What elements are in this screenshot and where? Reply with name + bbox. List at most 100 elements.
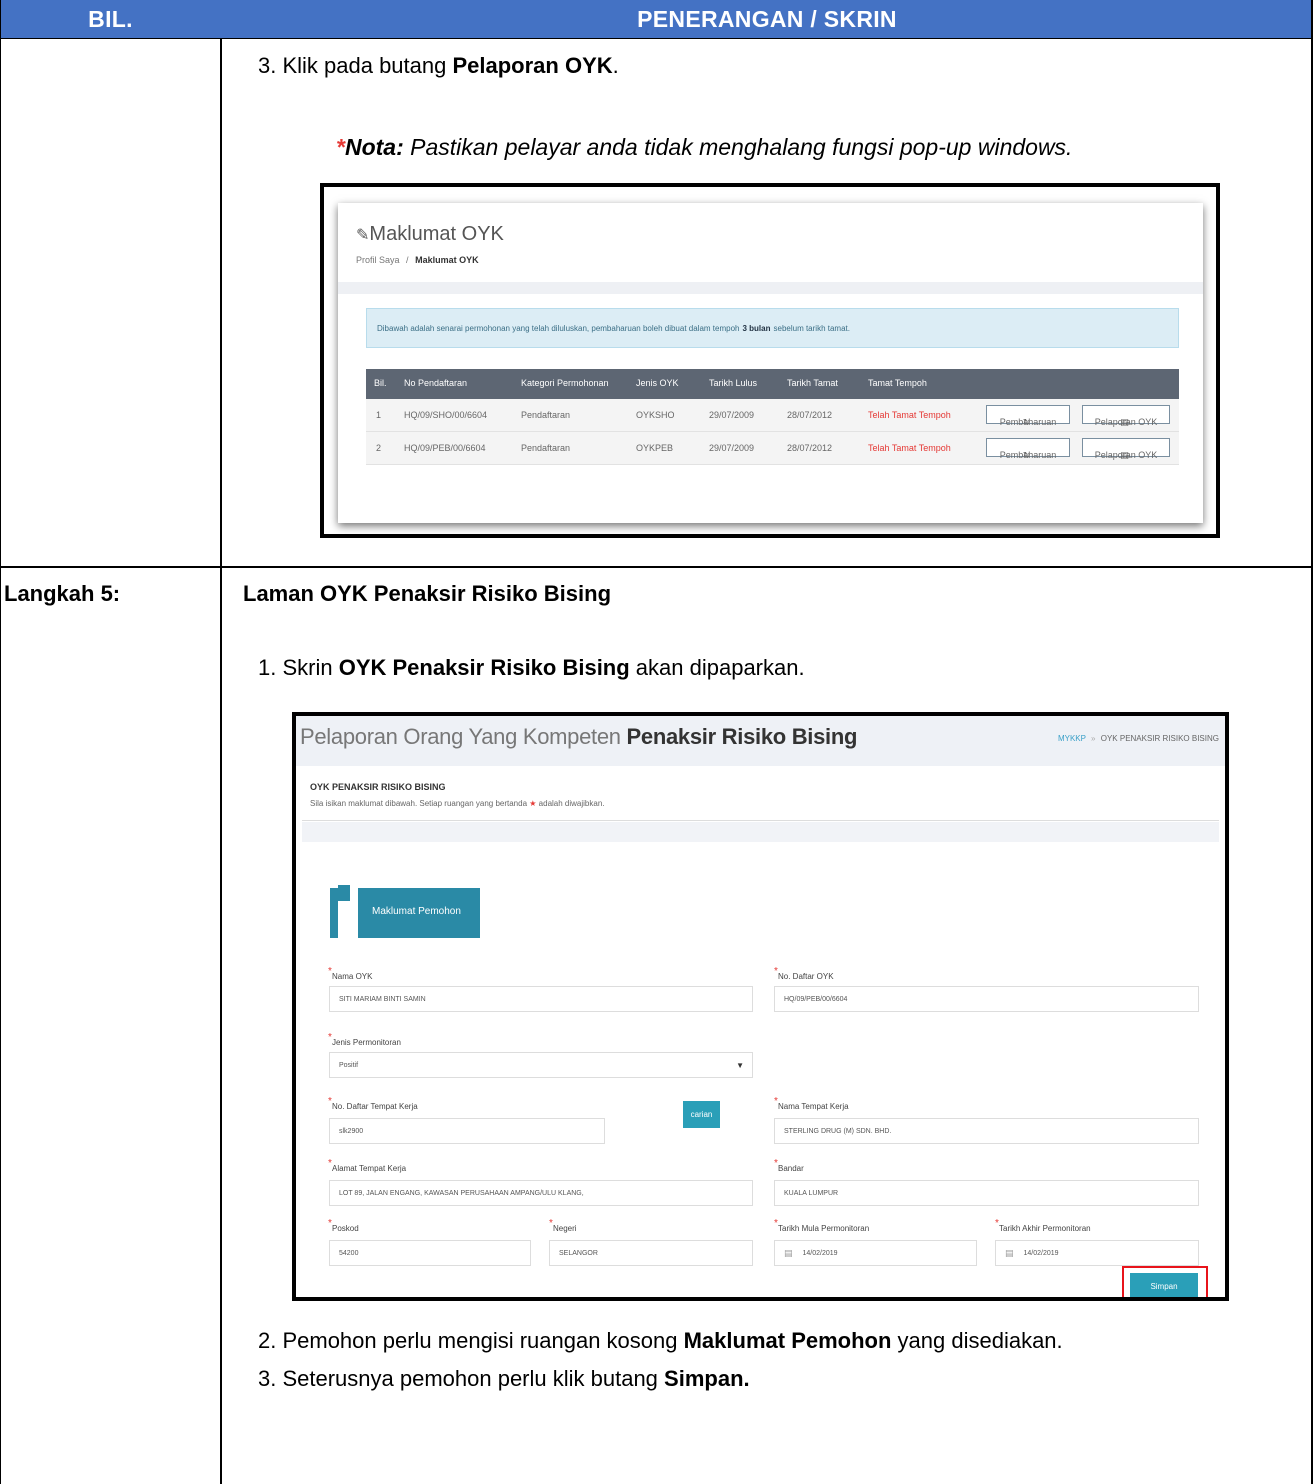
pelaporan-oyk-button[interactable]: ▤ Pelaporan OYK xyxy=(1082,405,1170,427)
carian-button[interactable]: carian xyxy=(683,1101,720,1128)
col-jenis: Jenis OYK xyxy=(636,378,679,388)
table-border-col xyxy=(220,38,222,1484)
alamat-tempat-kerja-field[interactable]: LOT 89, JALAN ENGANG, KAWASAN PERUSAHAAN… xyxy=(329,1180,753,1206)
panel-heading: OYK PENAKSIR RISIKO BISING xyxy=(310,782,446,792)
step-number-shape xyxy=(338,885,358,941)
info-text-bold: 3 bulan xyxy=(742,323,771,333)
panel-subtitle: Sila isikan maklumat dibawah. Setiap rua… xyxy=(310,799,605,808)
header-col-penerangan: PENERANGAN / SKRIN xyxy=(221,0,1313,38)
page-title: Pelaporan Orang Yang Kompeten Penaksir R… xyxy=(300,724,858,749)
cell-kategori: Pendaftaran xyxy=(521,443,571,453)
step-3-lead: 3. Klik pada butang xyxy=(258,53,453,78)
note-label: Nota: xyxy=(344,134,404,160)
alamat-tempat-kerja-label: * Alamat Tempat Kerja xyxy=(328,1158,407,1173)
page-title: ✎Maklumat OYK xyxy=(356,223,504,245)
calendar-icon: ▤ xyxy=(784,1247,793,1258)
band xyxy=(302,822,1219,842)
item-1-text: 1. Skrin OYK Penaksir Risiko Bising akan… xyxy=(258,655,805,680)
table-row: 2 HQ/09/PEB/00/6604 Pendaftaran OYKPEB 2… xyxy=(366,432,1179,465)
breadcrumb-current: Maklumat OYK xyxy=(415,255,479,265)
bandar-field[interactable]: KUALA LUMPUR xyxy=(774,1180,1199,1206)
info-text-post: sebelum tarikh tamat. xyxy=(773,323,850,333)
no-daftar-oyk-field[interactable]: HQ/09/PEB/00/6604 xyxy=(774,986,1199,1012)
cell-jenis: OYKPEB xyxy=(636,443,674,453)
simpan-button[interactable]: Simpan xyxy=(1130,1273,1198,1297)
breadcrumb-separator: » xyxy=(1091,734,1096,743)
tarikh-mula-field[interactable]: ▤ 14/02/2019 xyxy=(774,1240,977,1266)
col-tamat-tempoh: Tamat Tempoh xyxy=(868,378,927,388)
step-label-langkah-5: Langkah 5: xyxy=(4,581,121,606)
step-label: Maklumat Pemohon xyxy=(372,906,461,917)
bandar-label: * Bandar xyxy=(774,1158,804,1173)
nama-tempat-kerja-label: * Nama Tempat Kerja xyxy=(774,1096,849,1111)
tarikh-akhir-label: * Tarikh Akhir Permonitoran xyxy=(995,1218,1091,1233)
jenis-permonitoran-label: * Jenis Permonitoran xyxy=(328,1032,401,1047)
pembaharuan-button[interactable]: ↻ Pembaharuan xyxy=(986,405,1070,427)
pelaporan-oyk-button[interactable]: ▤ Pelaporan OYK xyxy=(1082,438,1170,460)
table-header: Bil. No Pendaftaran Kategori Permohonan … xyxy=(366,369,1179,399)
cell-status: Telah Tamat Tempoh xyxy=(868,443,951,453)
no-daftar-oyk-label: * No. Daftar OYK xyxy=(774,966,834,981)
col-tarikh-lulus: Tarikh Lulus xyxy=(709,378,758,388)
no-daftar-tempat-kerja-field[interactable]: slk2900 xyxy=(329,1118,605,1144)
cell-tamat: 28/07/2012 xyxy=(787,443,833,453)
form-intro-panel: OYK PENAKSIR RISIKO BISING Sila isikan m… xyxy=(302,768,1219,821)
cell-tamat: 28/07/2012 xyxy=(787,410,833,420)
item-3-text: 3. Seterusnya pemohon perlu klik butang … xyxy=(258,1366,750,1391)
dropdown-caret-icon: ▼ xyxy=(736,1061,744,1070)
tarikh-akhir-field[interactable]: ▤ 14/02/2019 xyxy=(995,1240,1199,1266)
header-col-bil: BIL. xyxy=(0,0,221,38)
cell-jenis: OYKSHO xyxy=(636,410,675,420)
cell-status: Telah Tamat Tempoh xyxy=(868,410,951,420)
step-badge-maklumat-pemohon: Maklumat Pemohon xyxy=(330,885,480,941)
step-3-bold: Pelaporan OYK xyxy=(452,53,613,78)
band xyxy=(338,282,1203,294)
no-daftar-tempat-kerja-label: * No. Daftar Tempat Kerja xyxy=(328,1096,418,1111)
table-border-header xyxy=(0,38,1313,39)
item-2-text: 2. Pemohon perlu mengisi ruangan kosong … xyxy=(258,1328,1063,1353)
edit-icon: ✎ xyxy=(356,227,370,244)
screenshot-oyk-penaksir-risiko-bising: Pelaporan Orang Yang Kompeten Penaksir R… xyxy=(292,712,1229,1301)
jenis-permonitoran-select[interactable]: Positif ▼ xyxy=(329,1052,753,1078)
table-border-row xyxy=(0,566,1313,568)
cell-kategori: Pendaftaran xyxy=(521,410,571,420)
calendar-icon: ▤ xyxy=(1005,1247,1014,1258)
cell-lulus: 29/07/2009 xyxy=(709,410,755,420)
breadcrumb-mykkp[interactable]: MYKKP xyxy=(1058,734,1086,743)
col-no-pendaftaran: No Pendaftaran xyxy=(404,378,468,388)
table-border-left xyxy=(0,0,1,1484)
col-bil: Bil. xyxy=(374,378,387,388)
table-row: 1 HQ/09/SHO/00/6604 Pendaftaran OYKSHO 2… xyxy=(366,399,1179,432)
col-tarikh-tamat: Tarikh Tamat xyxy=(787,378,838,388)
page-header: Pelaporan Orang Yang Kompeten Penaksir R… xyxy=(296,716,1225,766)
nama-tempat-kerja-field[interactable]: STERLING DRUG (M) SDN. BHD. xyxy=(774,1118,1199,1144)
cell-bil: 1 xyxy=(376,410,382,420)
note-body: Pastikan pelayar anda tidak menghalang f… xyxy=(403,134,1073,160)
breadcrumb-separator: / xyxy=(406,255,409,265)
nama-oyk-field[interactable]: SITI MARIAM BINTI SAMIN xyxy=(329,986,753,1012)
breadcrumb-home[interactable]: Profil Saya xyxy=(356,255,400,265)
info-text-pre: Dibawah adalah senarai permohonan yang t… xyxy=(377,323,740,333)
breadcrumb-current: OYK PENAKSIR RISIKO BISING xyxy=(1100,734,1219,743)
screenshot-maklumat-oyk: ✎Maklumat OYK Profil Saya / Maklumat OYK… xyxy=(320,183,1220,538)
cell-no: HQ/09/PEB/00/6604 xyxy=(404,443,486,453)
info-alert: Dibawah adalah senarai permohonan yang t… xyxy=(366,308,1179,348)
tarikh-mula-label: * Tarikh Mula Permonitoran xyxy=(774,1218,870,1233)
pembaharuan-button[interactable]: ↻ Pembaharuan xyxy=(986,438,1070,460)
cell-no: HQ/09/SHO/00/6604 xyxy=(404,410,488,420)
breadcrumb: MYKKP » OYK PENAKSIR RISIKO BISING xyxy=(1058,734,1219,743)
poskod-label: * Poskod xyxy=(328,1218,359,1233)
poskod-field[interactable]: 54200 xyxy=(329,1240,531,1266)
col-kategori: Kategori Permohonan xyxy=(521,378,609,388)
step-3-text: 3. Klik pada butang Pelaporan OYK. xyxy=(258,52,619,80)
note-star: * xyxy=(336,134,345,160)
step-3-end: . xyxy=(612,53,619,78)
negeri-label: * Negeri xyxy=(549,1218,577,1233)
nama-oyk-label: * Nama OYK xyxy=(328,966,373,981)
cell-lulus: 29/07/2009 xyxy=(709,443,755,453)
negeri-field[interactable]: SELANGOR xyxy=(549,1240,753,1266)
maklumat-oyk-panel: ✎Maklumat OYK Profil Saya / Maklumat OYK… xyxy=(338,203,1203,523)
section-title: Laman OYK Penaksir Risiko Bising xyxy=(243,581,612,606)
breadcrumb: Profil Saya / Maklumat OYK xyxy=(356,255,479,265)
cell-bil: 2 xyxy=(376,443,382,453)
